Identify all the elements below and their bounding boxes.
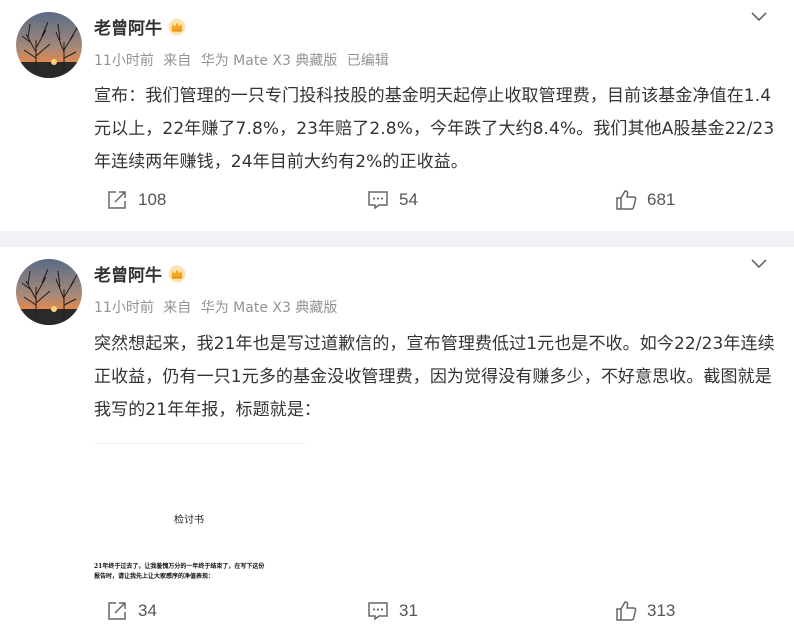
comment-icon <box>368 191 388 210</box>
author-name[interactable]: 老曾阿牛 <box>94 14 162 39</box>
source-prefix: 来自 <box>163 53 192 69</box>
post-time[interactable]: 11小时前 <box>94 300 154 316</box>
like-button[interactable]: 313 <box>615 600 675 622</box>
repost-button[interactable]: 108 <box>106 189 166 211</box>
post-separator <box>0 231 794 247</box>
crown-icon <box>168 265 186 282</box>
author: 老曾阿牛 <box>94 261 186 286</box>
letter-line: 21年终于过去了，让我羞愧万分的一年终于结束了，在写下这份 <box>94 563 265 570</box>
post-actions: 108 54 681 <box>0 189 794 219</box>
repost-icon <box>108 191 126 209</box>
post-image[interactable]: 检讨书 21年终于过去了，让我羞愧万分的一年终于结束了，在写下这份 报告时，请让… <box>94 437 318 591</box>
like-count: 313 <box>647 601 676 620</box>
author: 老曾阿牛 <box>94 14 186 39</box>
repost-count: 108 <box>138 190 167 209</box>
letter-title: 检讨书 <box>174 515 204 526</box>
repost-icon <box>108 602 126 620</box>
divider <box>94 443 306 444</box>
comment-icon <box>368 602 388 621</box>
comment-count: 31 <box>399 601 418 620</box>
thumbs-up-icon <box>616 601 637 621</box>
comment-count: 54 <box>399 190 418 209</box>
avatar[interactable] <box>16 259 82 325</box>
post-text: 突然想起来，我21年也是写过道歉信的，宣布管理费低过1元也是不收。如今22/23… <box>94 334 775 420</box>
post-actions: 34 31 313 <box>0 600 794 630</box>
like-count: 681 <box>647 190 676 209</box>
crown-icon <box>168 18 186 35</box>
chevron-down-icon[interactable] <box>750 10 768 24</box>
post-source: 华为 Mate X3 典藏版 <box>200 53 338 69</box>
thumbs-up-icon <box>616 190 637 210</box>
repost-count: 34 <box>138 601 157 620</box>
comment-button[interactable]: 31 <box>367 600 418 622</box>
letter-line: 报告时，请让我先上让大家感序的净值表现： <box>94 573 215 580</box>
avatar[interactable] <box>16 12 82 78</box>
post-text: 宣布：我们管理的一只专门投科技股的基金明天起停止收取管理费，目前该基金净值在1.… <box>94 86 775 172</box>
comment-button[interactable]: 54 <box>367 189 418 211</box>
weibo-post: 老曾阿牛 11小时前 来自 华为 Mate X3 典藏版 已编辑 宣布：我们管理… <box>0 0 794 231</box>
post-time[interactable]: 11小时前 <box>94 53 154 69</box>
author-name[interactable]: 老曾阿牛 <box>94 261 162 286</box>
post-source: 华为 Mate X3 典藏版 <box>200 300 338 316</box>
post-meta: 11小时前 来自 华为 Mate X3 典藏版 <box>94 297 342 317</box>
chevron-down-icon[interactable] <box>750 257 768 271</box>
source-prefix: 来自 <box>163 300 192 316</box>
post-meta: 11小时前 来自 华为 Mate X3 典藏版 已编辑 <box>94 50 394 70</box>
weibo-post: 老曾阿牛 11小时前 来自 华为 Mate X3 典藏版 突然想起来，我21年也… <box>0 247 794 642</box>
edited-label[interactable]: 已编辑 <box>347 53 389 69</box>
repost-button[interactable]: 34 <box>106 600 157 622</box>
like-button[interactable]: 681 <box>615 189 675 211</box>
